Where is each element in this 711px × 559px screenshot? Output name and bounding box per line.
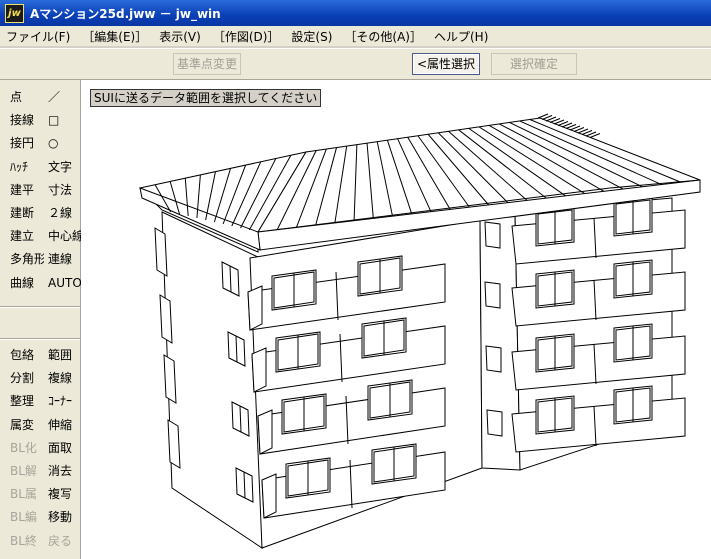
menu-file[interactable]: ファイル(F) bbox=[0, 28, 76, 45]
drawing-canvas[interactable]: SUIに送るデータ範囲を選択してください bbox=[81, 80, 711, 559]
tool-stretch-button[interactable]: 伸縮 bbox=[44, 415, 82, 435]
tool-text-button[interactable]: 文字 bbox=[44, 157, 82, 177]
tool-chamfer-button[interactable]: 面取 bbox=[44, 438, 82, 458]
menu-draw[interactable]: ［作図(D)］ bbox=[207, 28, 286, 45]
attribute-select-button[interactable]: <属性選択> bbox=[412, 53, 480, 91]
balcony-end bbox=[247, 285, 263, 331]
tool-offset-line-button[interactable]: 複線 bbox=[44, 368, 82, 388]
building-drawing bbox=[138, 113, 701, 549]
tool-copy-button[interactable]: 複写 bbox=[44, 484, 82, 504]
status-message: SUIに送るデータ範囲を選択してください bbox=[90, 89, 322, 107]
menu-other[interactable]: ［その他(A)］ bbox=[338, 28, 428, 45]
menu-settings[interactable]: 設定(S) bbox=[285, 28, 338, 45]
palette-divider bbox=[0, 306, 80, 308]
tool-double-line-button[interactable]: ２線 bbox=[44, 203, 82, 223]
tool-divide-button[interactable]: 分割 bbox=[6, 368, 44, 388]
tool-dimension-button[interactable]: 寸法 bbox=[44, 180, 82, 200]
tool-continuous-line-button[interactable]: 連線 bbox=[44, 249, 82, 269]
menu-edit[interactable]: ［編集(E)］ bbox=[76, 28, 153, 45]
title-bar: jw Aマンション25d.jww － jw_win bbox=[0, 0, 711, 26]
stair-window bbox=[485, 345, 502, 373]
balcony-end bbox=[251, 347, 267, 393]
window-title: Aマンション25d.jww － jw_win bbox=[30, 6, 221, 21]
tool-cleanup-button[interactable]: 整理 bbox=[6, 391, 44, 411]
jw-app-icon: jw bbox=[5, 3, 24, 23]
tool-point-button[interactable]: 点 bbox=[6, 87, 44, 107]
tool-envelope-button[interactable]: 包絡 bbox=[6, 345, 44, 365]
tool-tangent-line-button[interactable]: 接線 bbox=[6, 110, 44, 130]
stair-window bbox=[484, 221, 501, 249]
tool-block-edit-button[interactable]: BL編 bbox=[6, 507, 44, 527]
tool-erase-button[interactable]: 消去 bbox=[44, 461, 82, 481]
tool-palette: 点／接線 □ 接円 ○ ﾊｯﾁ 文字 建平 寸法 建断 ２線 建立 中心線 多角形 連線 曲線 AUTO 包絡範… bbox=[0, 80, 82, 559]
selection-confirm-button[interactable]: 選択確定 bbox=[491, 53, 577, 75]
side-fin bbox=[154, 227, 168, 277]
tool-circle-button[interactable]: ○ bbox=[44, 133, 82, 153]
tool-rectangle-button[interactable]: □ bbox=[44, 110, 82, 130]
tool-move-button[interactable]: 移動 bbox=[44, 507, 82, 527]
balcony-end bbox=[257, 409, 273, 455]
tool-corner-button[interactable]: ｺｰﾅｰ bbox=[44, 391, 82, 411]
palette-divider bbox=[0, 338, 80, 340]
menu-view[interactable]: 表示(V) bbox=[153, 28, 207, 45]
menu-bar: ファイル(F) ［編集(E)］ 表示(V) ［作図(D)］ 設定(S) ［その他… bbox=[0, 26, 711, 46]
menu-help[interactable]: ヘルプ(H) bbox=[428, 28, 494, 45]
tool-line-button[interactable]: ／ bbox=[44, 87, 82, 107]
tool-undo-button[interactable]: 戻る bbox=[44, 531, 82, 551]
tool-block-end-button[interactable]: BL終 bbox=[6, 531, 44, 551]
tool-arch-plan-button[interactable]: 建平 bbox=[6, 180, 44, 200]
tool-hatch-button[interactable]: ﾊｯﾁ bbox=[6, 157, 44, 177]
tool-block-attr-button[interactable]: BL属 bbox=[6, 484, 44, 504]
tool-attr-change-button[interactable]: 属変 bbox=[6, 415, 44, 435]
tool-tangent-circle-button[interactable]: 接円 bbox=[6, 133, 44, 153]
side-fin bbox=[159, 294, 173, 344]
base-point-change-button[interactable]: 基準点変更 bbox=[173, 53, 241, 75]
stair-window bbox=[486, 409, 503, 437]
tool-curve-button[interactable]: 曲線 bbox=[6, 273, 44, 293]
tool-auto-button[interactable]: AUTO bbox=[44, 273, 82, 293]
tool-block-explode-button[interactable]: BL解 bbox=[6, 461, 44, 481]
tool-arch-elevation-button[interactable]: 建立 bbox=[6, 226, 44, 246]
balcony-end bbox=[261, 473, 277, 519]
side-fin bbox=[167, 419, 181, 469]
tool-block-create-button[interactable]: BL化 bbox=[6, 438, 44, 458]
tool-arch-section-button[interactable]: 建断 bbox=[6, 203, 44, 223]
control-bar: 基準点変更 <属性選択> 選択確定 bbox=[0, 48, 711, 91]
tool-polygon-button[interactable]: 多角形 bbox=[6, 249, 44, 269]
stair-window bbox=[484, 281, 501, 309]
tool-range-button[interactable]: 範囲 bbox=[44, 345, 82, 365]
tool-centerline-button[interactable]: 中心線 bbox=[44, 226, 82, 246]
side-fin bbox=[163, 354, 177, 404]
